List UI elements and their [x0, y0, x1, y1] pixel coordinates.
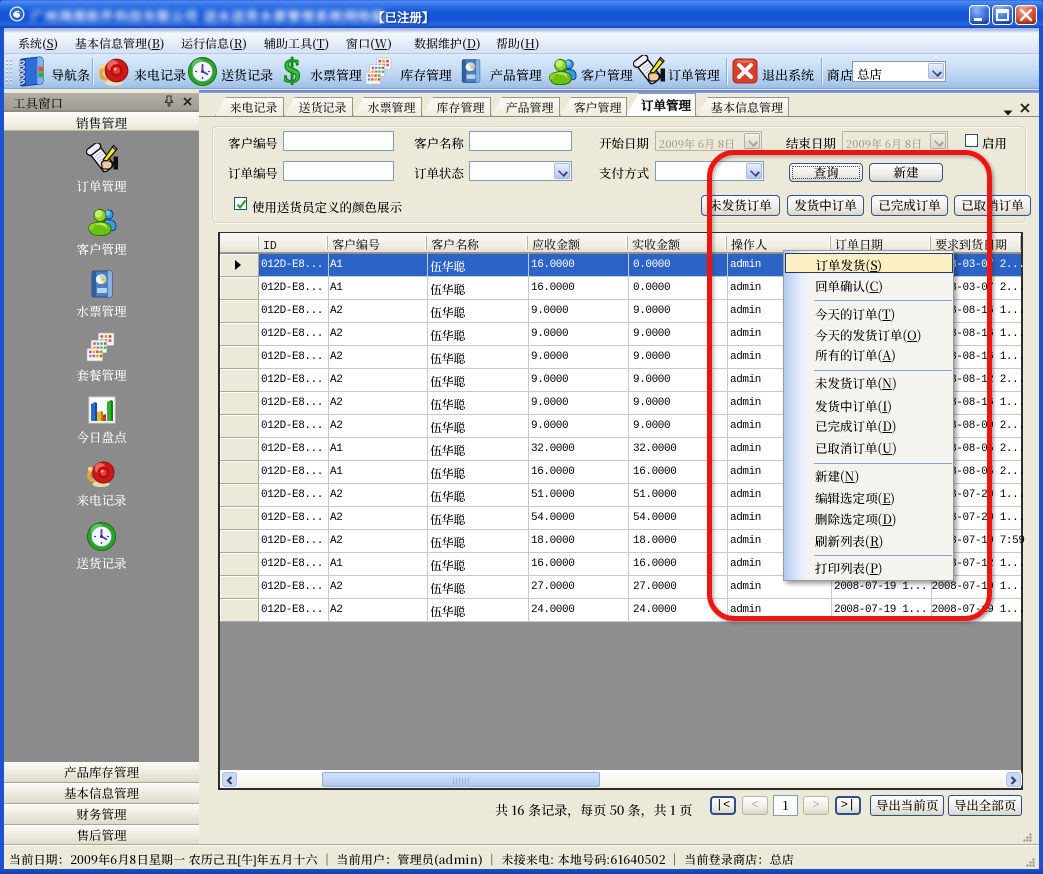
svg-text:$: $ [284, 55, 301, 87]
